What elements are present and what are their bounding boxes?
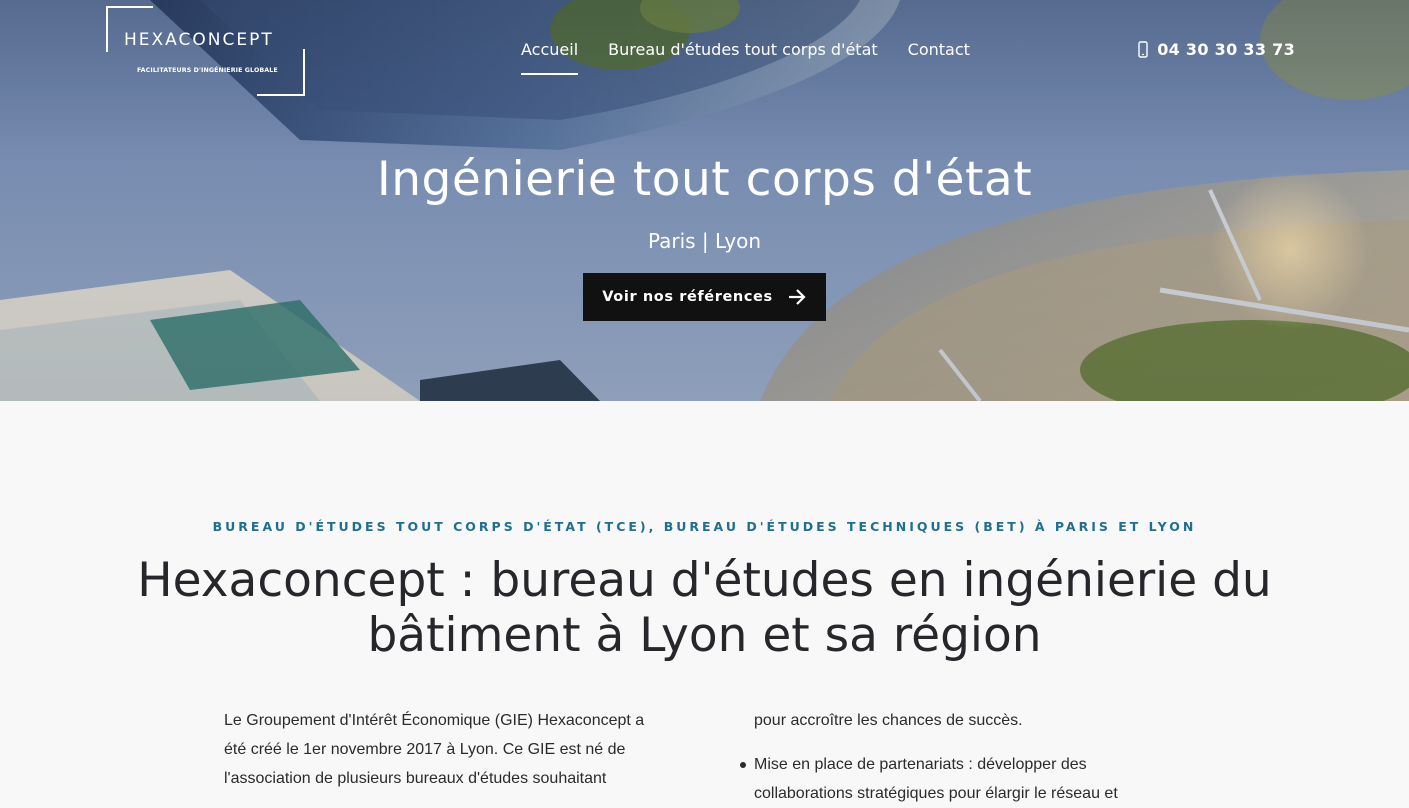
logo-tagline: FACILITATEURS D'INGÉNIERIE GLOBALE xyxy=(137,67,278,74)
section-title-line-2: bâtiment à Lyon et sa région xyxy=(367,608,1042,663)
intro-text-right: pour accroître les chances de succès. Mi… xyxy=(740,706,1180,808)
hero-banner: HEXACONCEPT FACILITATEURS D'INGÉNIERIE G… xyxy=(0,0,1409,401)
arrow-right-icon xyxy=(788,289,806,305)
nav-item-contact[interactable]: Contact xyxy=(908,40,970,69)
hero-title: Ingénierie tout corps d'état xyxy=(376,152,1033,207)
see-references-button[interactable]: Voir nos références xyxy=(583,273,826,321)
phone-number: 04 30 30 33 73 xyxy=(1157,40,1295,59)
section-title-line-1: Hexaconcept : bureau d'études en ingénie… xyxy=(137,553,1272,608)
intro-line: Le Groupement d'Intérêt Économique (GIE)… xyxy=(224,712,645,729)
hero-subtitle: Paris | Lyon xyxy=(647,229,762,253)
list-item-line: Mise en place de partenariats : développ… xyxy=(754,756,1087,773)
intro-line: été créé le 1er novembre 2017 à Lyon. Ce… xyxy=(224,741,626,758)
nav-item-bureau-etudes[interactable]: Bureau d'études tout corps d'état xyxy=(608,40,878,69)
site-logo[interactable]: HEXACONCEPT FACILITATEURS D'INGÉNIERIE G… xyxy=(106,6,305,96)
section-title: Hexaconcept : bureau d'études en ingénie… xyxy=(100,553,1309,663)
mobile-phone-icon xyxy=(1138,41,1148,58)
section-kicker: BUREAU D'ÉTUDES TOUT CORPS D'ÉTAT (TCE),… xyxy=(212,519,1197,534)
see-references-label: Voir nos références xyxy=(602,289,773,305)
intro-text-left: Le Groupement d'Intérêt Économique (GIE)… xyxy=(224,706,684,793)
list-item: Mise en place de partenariats : développ… xyxy=(740,750,1180,808)
intro-line: l'association de plusieurs bureaux d'étu… xyxy=(224,770,607,787)
logo-name: HEXACONCEPT xyxy=(124,30,274,50)
main-nav: Accueil Bureau d'études tout corps d'éta… xyxy=(521,40,970,75)
phone-link[interactable]: 04 30 30 33 73 xyxy=(1138,40,1295,59)
nav-item-accueil[interactable]: Accueil xyxy=(521,40,579,75)
list-item-continuation: pour accroître les chances de succès. xyxy=(754,712,1023,729)
list-item-line: collaborations stratégiques pour élargir… xyxy=(754,785,1118,802)
